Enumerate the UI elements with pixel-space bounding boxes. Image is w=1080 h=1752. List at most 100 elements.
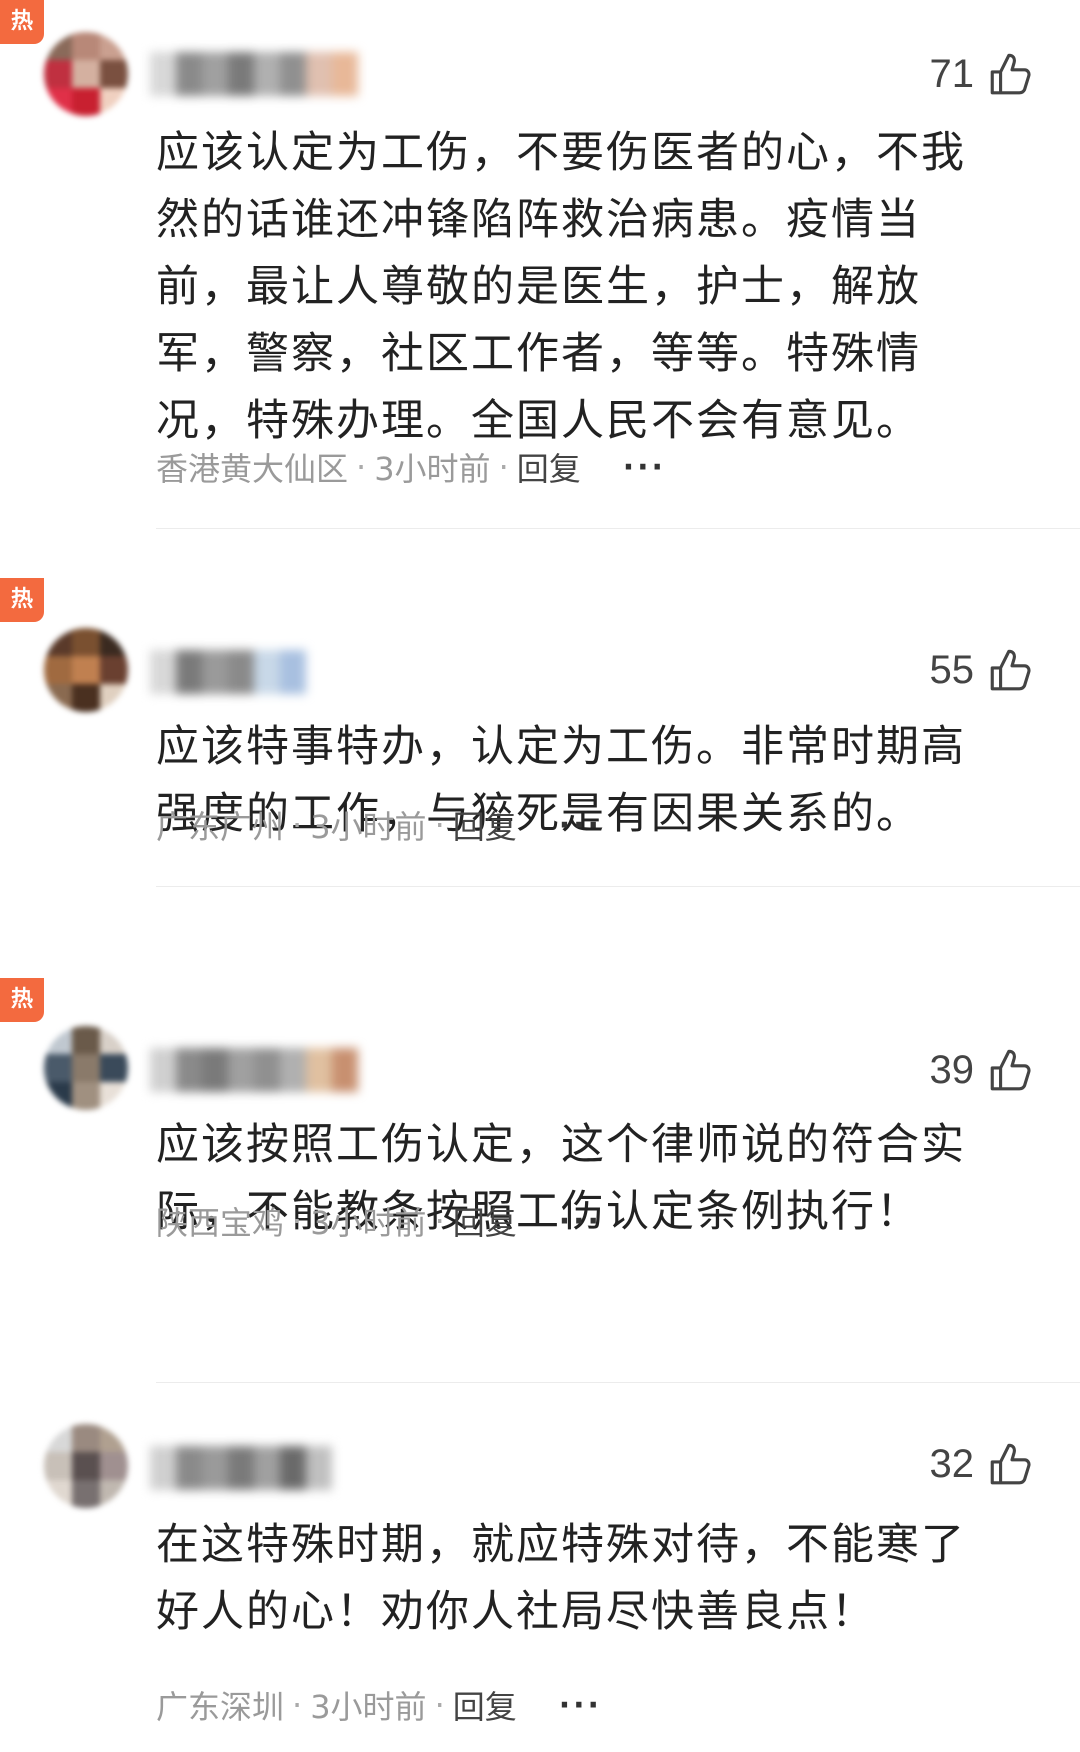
username-mosaic-block (332, 52, 358, 96)
avatar-mosaic-block (100, 628, 128, 656)
comment-meta: 陕西宝鸡 · 3小时前 · 回复 ··· (156, 1196, 602, 1246)
username-mosaic-block (150, 52, 176, 96)
avatar[interactable] (44, 1424, 128, 1508)
like-button[interactable]: 55 (930, 640, 1037, 700)
more-options-icon[interactable]: ··· (559, 1204, 602, 1239)
username-mosaic-block (280, 52, 306, 96)
avatar-mosaic-block (72, 1026, 100, 1054)
username-mosaic-block (176, 52, 202, 96)
username-mosaic-block (176, 1446, 202, 1490)
avatar-mosaic-block (100, 1082, 128, 1110)
separator-dot: · (292, 806, 303, 844)
comment-text: 在这特殊时期，就应特殊对待，不能寒了好人的心！劝你人社局尽快善良点！ (156, 1520, 966, 1637)
avatar-mosaic-block (100, 1424, 128, 1452)
username-mosaic-block (150, 1446, 176, 1490)
separator-dot: · (498, 448, 509, 486)
more-options-icon[interactable]: ··· (559, 1688, 602, 1723)
username-mosaic-block (306, 1446, 332, 1490)
avatar-mosaic-block (44, 684, 72, 712)
avatar[interactable] (44, 32, 128, 116)
avatar-mosaic-block (72, 60, 100, 88)
username-mosaic-block (306, 1048, 332, 1092)
comment-text: 应该认定为工伤，不要伤医者的心，不我然的话谁还冲锋陷阵救治病患。疫情当前，最让人… (156, 128, 966, 446)
username-mosaic-block (280, 1446, 306, 1490)
comment-card: 32 在这特殊时期，就应特殊对待，不能寒了好人的心！劝你人社局尽快善良点！ 广东… (0, 1400, 1080, 1752)
divider (156, 1382, 1080, 1383)
username-mosaic-block (202, 1048, 228, 1092)
username-mosaic-block (228, 52, 254, 96)
avatar-mosaic-block (100, 60, 128, 88)
username-mosaic-block (280, 650, 306, 694)
hot-badge: 热 (0, 0, 44, 44)
username-blurred[interactable] (150, 1048, 358, 1092)
username-mosaic-block (228, 650, 254, 694)
avatar-mosaic-block (44, 32, 72, 60)
reply-button[interactable]: 回复 (453, 1198, 517, 1244)
comment-meta: 广东深圳 · 3小时前 · 回复 ··· (156, 1680, 602, 1730)
username-mosaic-block (254, 650, 280, 694)
like-count: 32 (929, 1441, 975, 1486)
avatar-mosaic-block (72, 1480, 100, 1508)
separator-dot: · (434, 1686, 445, 1724)
username-mosaic-block (228, 1048, 254, 1092)
avatar-mosaic-block (100, 1452, 128, 1480)
hot-badge: 热 (0, 978, 44, 1022)
avatar[interactable] (44, 628, 128, 712)
avatar-mosaic-block (44, 1480, 72, 1508)
avatar-mosaic-block (44, 1424, 72, 1452)
timestamp: 3小时前 (310, 1688, 427, 1726)
more-options-icon[interactable]: ··· (559, 808, 602, 843)
username-mosaic-block (202, 52, 228, 96)
avatar-mosaic-block (100, 684, 128, 712)
like-button[interactable]: 32 (930, 1434, 1037, 1494)
like-button[interactable]: 71 (930, 44, 1037, 104)
username-mosaic-block (306, 52, 332, 96)
more-options-icon[interactable]: ··· (623, 450, 666, 485)
username-mosaic-block (176, 1048, 202, 1092)
username-mosaic-block (280, 1048, 306, 1092)
avatar-mosaic-block (72, 1452, 100, 1480)
avatar-mosaic-block (72, 656, 100, 684)
avatar-mosaic-block (100, 88, 128, 116)
comment-meta: 香港黄大仙区 · 3小时前 · 回复 ··· (156, 442, 666, 492)
like-count: 71 (929, 51, 975, 96)
timestamp: 3小时前 (310, 1204, 427, 1242)
avatar-mosaic-block (100, 1026, 128, 1054)
username-mosaic-block (254, 1048, 280, 1092)
avatar-mosaic-block (72, 1054, 100, 1082)
separator-dot: · (356, 448, 367, 486)
timestamp: 3小时前 (310, 808, 427, 846)
reply-button[interactable]: 回复 (517, 444, 581, 490)
avatar[interactable] (44, 1026, 128, 1110)
hot-badge: 热 (0, 578, 44, 622)
divider (156, 886, 1080, 887)
avatar-mosaic-block (72, 1082, 100, 1110)
username-mosaic-block (202, 650, 228, 694)
username-blurred[interactable] (150, 52, 358, 96)
username-blurred[interactable] (150, 650, 306, 694)
reply-button[interactable]: 回复 (453, 802, 517, 848)
comment-card: 热 55 应该特事特办，认定为工伤。非常时期高强度的工作，与猝死是有因果关系的。… (0, 578, 1080, 968)
location: 香港黄大仙区 (156, 450, 349, 488)
username-mosaic-block (332, 1048, 358, 1092)
username-blurred[interactable] (150, 1446, 332, 1490)
like-count: 55 (929, 647, 975, 692)
avatar-mosaic-block (100, 1054, 128, 1082)
timestamp: 3小时前 (374, 450, 491, 488)
username-mosaic-block (150, 1048, 176, 1092)
avatar-mosaic-block (100, 656, 128, 684)
thumbs-up-icon (990, 1443, 1031, 1485)
avatar-mosaic-block (72, 628, 100, 656)
thumbs-up-icon (990, 649, 1031, 691)
location: 陕西宝鸡 (156, 1204, 285, 1242)
reply-button[interactable]: 回复 (453, 1682, 517, 1728)
thumbs-up-icon (990, 1049, 1031, 1091)
username-mosaic-block (150, 650, 176, 694)
avatar-mosaic-block (44, 1026, 72, 1054)
location: 广东广州 (156, 808, 285, 846)
divider (156, 528, 1080, 529)
avatar-mosaic-block (44, 628, 72, 656)
like-button[interactable]: 39 (930, 1040, 1037, 1100)
thumbs-up-icon (990, 53, 1031, 95)
username-mosaic-block (176, 650, 202, 694)
